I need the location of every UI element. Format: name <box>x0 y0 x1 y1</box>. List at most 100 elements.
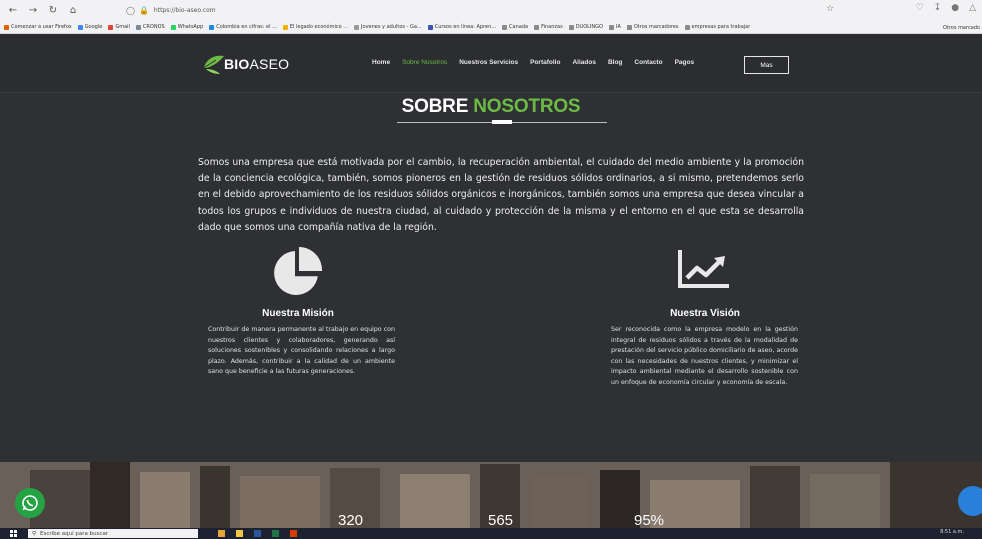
bookmark-label: Finanzas <box>541 24 563 30</box>
account-icon[interactable]: ● <box>951 3 959 13</box>
bookmark-label: Cursos en línea: Apren... <box>434 24 497 30</box>
bookmark-icon <box>170 24 176 30</box>
extensions-icon[interactable]: △ <box>969 3 976 13</box>
bookmark-icon <box>608 24 614 30</box>
nav-item-pagos[interactable]: Pagos <box>675 59 695 66</box>
explorer-icon[interactable] <box>236 530 243 537</box>
bookmark-label: Google <box>84 24 103 30</box>
bookmark-label: Canada <box>509 24 529 30</box>
nav-item-sobre-nosotros[interactable]: Sobre Nosotros <box>402 59 447 66</box>
word-icon[interactable] <box>254 530 261 537</box>
mision-text: Contribuir de manera permanente al traba… <box>208 326 395 376</box>
section-title: SOBRE NOSOTROS <box>401 96 581 117</box>
main-nav: Home Sobre Nosotros Nuestros Servicios Port… <box>372 59 706 66</box>
bookmark-icon <box>108 24 114 30</box>
bookmark-icon <box>502 24 508 30</box>
bookmark-item[interactable]: Canada <box>502 24 528 30</box>
mision-title: Nuestra Misión <box>262 308 334 319</box>
bookmark-icon <box>534 24 540 30</box>
lock-icon: 🔒 <box>138 6 149 15</box>
bookmark-label: IA <box>615 24 621 30</box>
search-placeholder: Escribe aquí para buscar <box>40 530 109 537</box>
bookmark-item[interactable]: Jovenes y adultos - Ga... <box>354 24 422 30</box>
bookmark-label: El legado económico ... <box>289 24 349 30</box>
back-icon[interactable]: ← <box>6 4 20 18</box>
download-icon[interactable]: ↧ <box>934 3 942 13</box>
pie-chart-icon <box>270 245 326 301</box>
excel-icon[interactable] <box>272 530 279 537</box>
address-bar[interactable]: ◯ 🔒 https://bio-aseo.com <box>126 3 826 18</box>
site-header: BIOASEO Home Sobre Nosotros Nuestros Servi… <box>0 35 982 93</box>
bookmark-star-icon[interactable]: ☆ <box>826 4 834 14</box>
time-text: 8:51 a.m. <box>940 529 964 535</box>
nav-item-contacto[interactable]: Contacto <box>634 59 662 66</box>
bookmark-icon <box>77 24 83 30</box>
nav-item-blog[interactable]: Blog <box>608 59 622 66</box>
bookmark-item[interactable]: Gmail <box>108 24 130 30</box>
bookmark-item[interactable]: Otros marcadores <box>626 24 679 30</box>
bookmark-icon <box>568 24 574 30</box>
whatsapp-icon <box>22 495 38 511</box>
stat-value: 95% <box>634 512 665 529</box>
leaf-logo-icon <box>202 53 226 75</box>
chat-button[interactable] <box>958 486 982 516</box>
firefox-icon[interactable] <box>218 530 225 537</box>
intro-paragraph: Somos una empresa que está motivada por … <box>198 157 804 233</box>
bookmark-item[interactable]: IA <box>608 24 621 30</box>
stats-row: 320 565 95% <box>0 512 982 529</box>
bookmark-label: Colombia en cifras: el ... <box>216 24 277 30</box>
bookmark-item[interactable]: CRONOS <box>135 24 165 30</box>
vision-text: Ser reconocida como la empresa modelo en… <box>611 326 798 386</box>
bookmark-icon <box>282 24 288 30</box>
nav-item-portafolio[interactable]: Portafolio <box>530 59 560 66</box>
bookmark-icon <box>4 24 9 30</box>
system-tray: 8:51 a.m. <box>940 529 964 535</box>
home-icon[interactable]: ⌂ <box>66 4 80 18</box>
reload-icon[interactable]: ↻ <box>46 4 60 18</box>
bookmark-label: Comenzar a usar Firefox <box>11 24 72 30</box>
acrobat-icon[interactable] <box>290 530 297 537</box>
browser-toolbar: ← → ↻ ⌂ ◯ 🔒 https://bio-aseo.com ☆ ♡ ↧ ●… <box>0 0 982 34</box>
logo[interactable]: BIOASEO <box>202 53 289 75</box>
windows-start-icon[interactable] <box>10 530 17 537</box>
bookmark-icon <box>684 24 690 30</box>
nav-item-aliados[interactable]: Aliados <box>572 59 595 66</box>
shield-icon: ◯ <box>126 6 135 15</box>
stat-value: 565 <box>488 512 514 529</box>
other-bookmarks[interactable]: Otros marcado <box>943 25 980 31</box>
pocket-icon[interactable]: ♡ <box>916 3 924 13</box>
bookmark-icon <box>135 24 141 30</box>
forward-icon[interactable]: → <box>26 4 40 18</box>
search-icon: ⚲ <box>32 530 37 537</box>
url-text: https://bio-aseo.com <box>153 7 216 14</box>
nav-more-button[interactable]: Mas <box>744 56 789 74</box>
bookmark-item[interactable]: El legado económico ... <box>282 24 349 30</box>
nav-item-home[interactable]: Home <box>372 59 390 66</box>
bookmark-item[interactable]: Colombia en cifras: el ... <box>209 24 277 30</box>
stat-value: 320 <box>338 512 364 529</box>
bookmark-item[interactable]: Finanzas <box>534 24 563 30</box>
bookmark-item[interactable]: WhatsApp <box>170 24 204 30</box>
title-divider-accent <box>492 120 512 124</box>
bookmark-label: CRONOS <box>142 24 165 30</box>
line-chart-icon <box>677 248 733 290</box>
bookmark-item[interactable]: Google <box>77 24 103 30</box>
nav-item-nuestros-servicios[interactable]: Nuestros Servicios <box>459 59 518 66</box>
bookmark-item[interactable]: Comenzar a usar Firefox <box>4 24 72 30</box>
bookmark-icon <box>626 24 632 30</box>
logo-text: BIOASEO <box>224 56 290 72</box>
bookmark-label: Otros marcadores <box>633 24 679 30</box>
bookmark-label: WhatsApp <box>177 24 204 30</box>
bookmark-icon <box>354 24 360 30</box>
bookmark-item[interactable]: Cursos en línea: Apren... <box>427 24 497 30</box>
taskbar-search[interactable]: ⚲ Escribe aquí para buscar <box>28 529 198 538</box>
bookmark-item[interactable]: DUOLINGO <box>568 24 603 30</box>
vision-title: Nuestra Visión <box>670 308 740 319</box>
bookmark-icon <box>209 24 215 30</box>
bookmark-item[interactable]: empresas para trabajar <box>684 24 750 30</box>
bookmarks-bar: Comenzar a usar Firefox Google Gmail CRONOS… <box>0 21 982 33</box>
bookmark-label: Gmail <box>115 24 130 30</box>
bookmark-icon <box>427 24 433 30</box>
bookmark-label: DUOLINGO <box>575 24 603 30</box>
whatsapp-button[interactable] <box>15 488 45 518</box>
